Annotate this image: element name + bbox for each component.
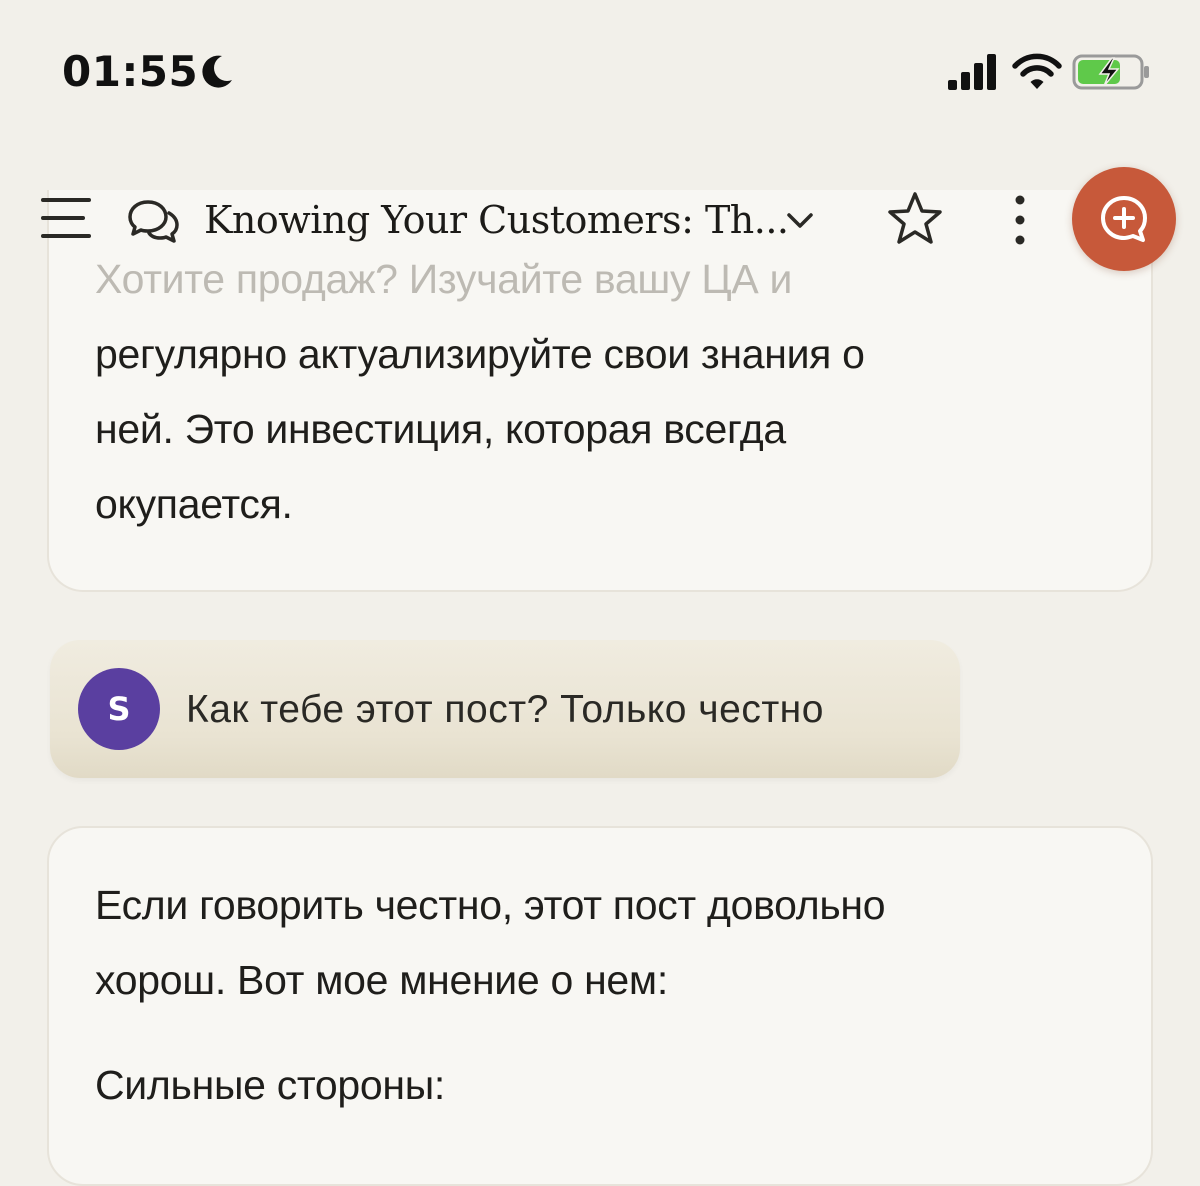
status-bar: 01:55 bbox=[0, 0, 1200, 140]
signal-icon bbox=[948, 54, 996, 90]
message-line: хорош. Вот мое мнение о нем: bbox=[95, 957, 668, 1003]
message-line: Если говорить честно, этот пост довольно bbox=[95, 882, 886, 928]
new-chat-button[interactable] bbox=[1072, 167, 1176, 271]
chevron-down-icon[interactable] bbox=[784, 204, 816, 236]
battery-charging-icon bbox=[1072, 54, 1149, 90]
message-line: окупается. bbox=[95, 481, 293, 527]
top-bar: Knowing Your Customers: Th... bbox=[0, 160, 1200, 280]
section-heading: Сильные стороны: bbox=[95, 1062, 446, 1108]
status-time: 01:55 bbox=[62, 47, 199, 96]
message-line: ней. Это инвестиция, которая всегда bbox=[95, 406, 786, 452]
moon-icon bbox=[202, 55, 232, 88]
user-message-bubble: S Как тебе этот пост? Только честно bbox=[50, 640, 960, 778]
conversation-title[interactable]: Knowing Your Customers: Th... bbox=[204, 194, 789, 246]
chat-icon bbox=[128, 200, 179, 243]
star-icon[interactable] bbox=[886, 190, 944, 248]
new-chat-icon bbox=[1101, 196, 1147, 242]
wifi-icon bbox=[1012, 53, 1062, 89]
avatar[interactable]: S bbox=[78, 668, 160, 750]
more-icon[interactable] bbox=[1004, 192, 1036, 248]
assistant-message-card: Если говорить честно, этот пост довольно… bbox=[47, 826, 1153, 1186]
menu-icon[interactable] bbox=[40, 194, 92, 242]
message-line: регулярно актуализируйте свои знания о bbox=[95, 331, 865, 377]
user-message-text: Как тебе этот пост? Только честно bbox=[186, 688, 824, 731]
